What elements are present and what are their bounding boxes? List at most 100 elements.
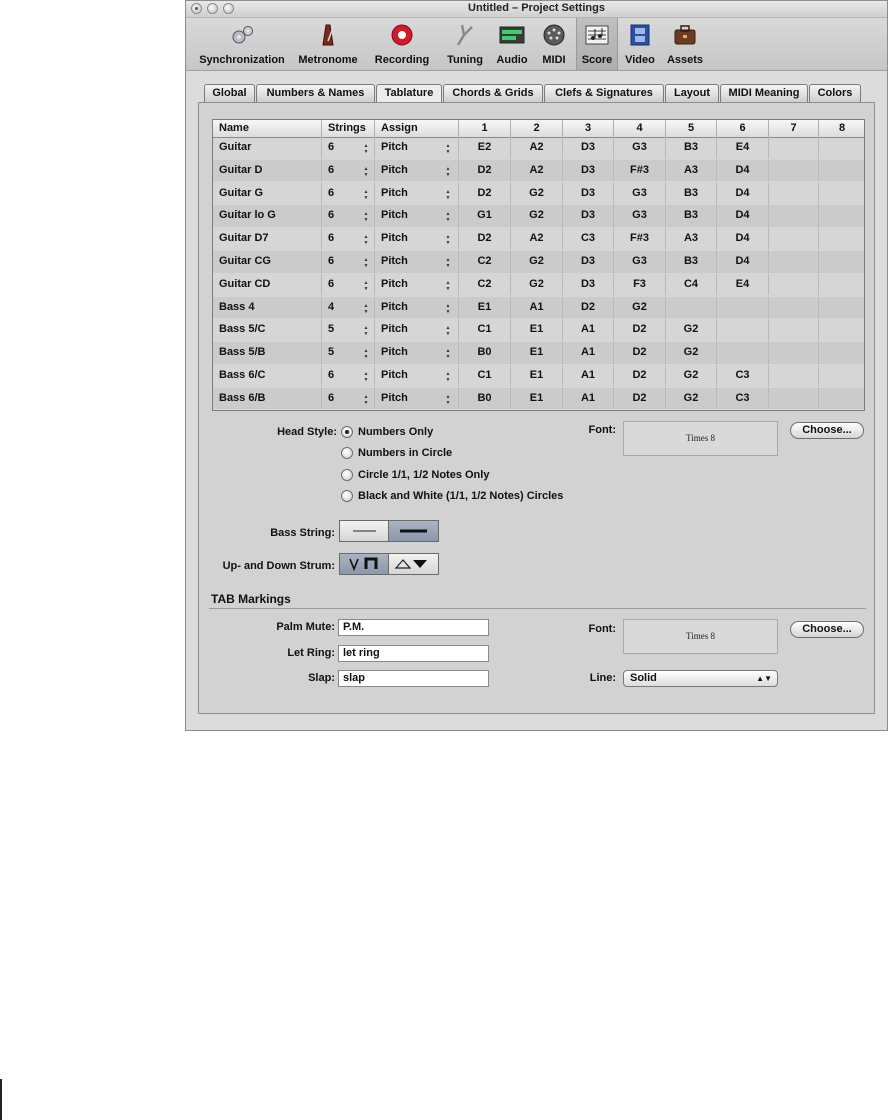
stepper-arrows-icon[interactable]: ▲▼ <box>363 166 369 178</box>
stepper-arrows-icon[interactable]: ▲▼ <box>445 394 451 406</box>
toolbar-audio[interactable]: Audio <box>492 18 532 70</box>
tab-tablature[interactable]: Tablature <box>376 84 442 103</box>
stepper-arrows-icon[interactable]: ▲▼ <box>363 371 369 383</box>
toolbar-metronome[interactable]: Metronome <box>292 18 364 70</box>
stepper-arrows-icon[interactable]: ▲▼ <box>445 211 451 223</box>
string-2-note-cell[interactable]: G2 <box>511 182 563 205</box>
string-3-note-cell[interactable]: A1 <box>563 342 614 364</box>
string-8-note-cell[interactable] <box>819 274 865 296</box>
table-row[interactable]: Guitar lo G 6 ▲▼ Pitch ▲▼ G1 G2 D3 G3 B3 D4 <box>213 205 864 227</box>
strings-count-cell[interactable]: 4 ▲▼ <box>322 296 375 319</box>
bass-string-thick-option[interactable] <box>389 521 438 541</box>
assign-cell[interactable]: Pitch ▲▼ <box>375 228 459 250</box>
column-header-string-5[interactable]: 5 <box>666 120 717 137</box>
strum-bow-marks-option[interactable] <box>340 554 389 574</box>
toolbar-tuning[interactable]: Tuning <box>440 18 490 70</box>
table-row[interactable]: Bass 5/C 5 ▲▼ Pitch ▲▼ C1 E1 A1 D2 G2 <box>213 319 864 341</box>
tuning-name-cell[interactable]: Bass 4 <box>213 296 322 319</box>
string-7-note-cell[interactable] <box>769 228 819 250</box>
tuning-name-cell[interactable]: Guitar G <box>213 182 322 205</box>
tuning-name-cell[interactable]: Guitar D7 <box>213 228 322 250</box>
strings-count-cell[interactable]: 6 ▲▼ <box>322 251 375 273</box>
table-row[interactable]: Guitar 6 ▲▼ Pitch ▲▼ E2 A2 D3 G3 B3 E4 <box>213 137 864 159</box>
choose-font-button[interactable]: Choose... <box>790 422 864 439</box>
string-8-note-cell[interactable] <box>819 228 865 250</box>
column-header-string-3[interactable]: 3 <box>563 120 614 137</box>
string-2-note-cell[interactable]: A2 <box>511 137 563 159</box>
stepper-arrows-icon[interactable]: ▲▼ <box>363 303 369 315</box>
assign-cell[interactable]: Pitch ▲▼ <box>375 296 459 319</box>
radio-numbers-only[interactable] <box>341 426 353 438</box>
stepper-arrows-icon[interactable]: ▲▼ <box>363 234 369 246</box>
string-7-note-cell[interactable] <box>769 387 819 410</box>
tuning-name-cell[interactable]: Bass 5/B <box>213 342 322 364</box>
string-1-note-cell[interactable]: E2 <box>459 137 511 159</box>
string-7-note-cell[interactable] <box>769 365 819 387</box>
string-4-note-cell[interactable]: D2 <box>614 342 666 364</box>
string-2-note-cell[interactable]: G2 <box>511 273 563 296</box>
string-2-note-cell[interactable]: E1 <box>511 319 563 341</box>
assign-cell[interactable]: Pitch ▲▼ <box>375 182 459 205</box>
toolbar-recording[interactable]: Recording <box>366 18 438 70</box>
string-6-note-cell[interactable]: D4 <box>717 182 769 205</box>
tuning-name-cell[interactable]: Guitar CG <box>213 251 322 273</box>
string-2-note-cell[interactable]: A1 <box>511 296 563 319</box>
strum-arrows-option[interactable] <box>389 554 438 574</box>
palm-mute-field[interactable]: P.M. <box>338 619 489 636</box>
string-3-note-cell[interactable]: D3 <box>563 182 614 205</box>
bass-string-thin-option[interactable] <box>340 521 389 541</box>
string-7-note-cell[interactable] <box>769 251 819 273</box>
radio-black-white-circles[interactable] <box>341 490 353 502</box>
assign-cell[interactable]: Pitch ▲▼ <box>375 387 459 410</box>
stepper-arrows-icon[interactable]: ▲▼ <box>445 280 451 292</box>
strings-count-cell[interactable]: 5 ▲▼ <box>322 342 375 364</box>
stepper-arrows-icon[interactable]: ▲▼ <box>445 143 451 155</box>
tab-colors[interactable]: Colors <box>809 84 861 102</box>
title-bar[interactable]: Untitled – Project Settings <box>186 1 887 18</box>
table-row[interactable]: Bass 4 4 ▲▼ Pitch ▲▼ E1 A1 D2 G2 <box>213 296 865 319</box>
string-1-note-cell[interactable]: C2 <box>459 273 511 296</box>
string-8-note-cell[interactable] <box>819 137 865 159</box>
string-8-note-cell[interactable] <box>819 205 865 227</box>
tab-clefs-signatures[interactable]: Clefs & Signatures <box>544 84 664 102</box>
string-7-note-cell[interactable] <box>769 273 819 296</box>
string-2-note-cell[interactable]: E1 <box>511 342 563 364</box>
string-4-note-cell[interactable]: D2 <box>614 387 666 410</box>
stepper-arrows-icon[interactable]: ▲▼ <box>363 280 369 292</box>
string-7-note-cell[interactable] <box>769 319 819 341</box>
string-4-note-cell[interactable]: F#3 <box>614 228 666 250</box>
string-5-note-cell[interactable]: G2 <box>666 342 717 364</box>
tuning-name-cell[interactable]: Bass 6/C <box>213 365 322 387</box>
string-4-note-cell[interactable]: D2 <box>614 365 666 387</box>
string-4-note-cell[interactable]: G3 <box>614 205 666 227</box>
string-1-note-cell[interactable]: B0 <box>459 387 511 410</box>
string-4-note-cell[interactable]: F#3 <box>614 159 666 182</box>
string-8-note-cell[interactable] <box>819 251 865 273</box>
strings-count-cell[interactable]: 6 ▲▼ <box>322 137 375 159</box>
radio-label-numbers-in-circle[interactable]: Numbers in Circle <box>358 447 452 459</box>
string-8-note-cell[interactable] <box>819 297 865 319</box>
table-row[interactable]: Guitar D 6 ▲▼ Pitch ▲▼ D2 A2 D3 F#3 A3 D4 <box>213 159 864 182</box>
table-row[interactable]: Guitar CD 6 ▲▼ Pitch ▲▼ C2 G2 D3 F3 C4 E4 <box>213 273 865 296</box>
toolbar-assets[interactable]: Assets <box>662 18 708 70</box>
table-row[interactable]: Bass 6/B 6 ▲▼ Pitch ▲▼ B0 E1 A1 D2 G2 C3 <box>213 387 864 410</box>
string-2-note-cell[interactable]: G2 <box>511 251 563 273</box>
assign-cell[interactable]: Pitch ▲▼ <box>375 273 459 296</box>
radio-circle-half-notes[interactable] <box>341 469 353 481</box>
stepper-arrows-icon[interactable]: ▲▼ <box>445 371 451 383</box>
column-header-string-1[interactable]: 1 <box>459 120 511 137</box>
stepper-arrows-icon[interactable]: ▲▼ <box>445 325 451 337</box>
tab-global[interactable]: Global <box>204 84 255 102</box>
radio-label-black-white-circles[interactable]: Black and White (1/1, 1/2 Notes) Circles <box>358 490 563 502</box>
let-ring-field[interactable]: let ring <box>338 645 489 662</box>
column-header-string-4[interactable]: 4 <box>614 120 666 137</box>
stepper-arrows-icon[interactable]: ▲▼ <box>363 394 369 406</box>
strings-count-cell[interactable]: 6 ▲▼ <box>322 159 375 182</box>
string-3-note-cell[interactable]: D3 <box>563 159 614 182</box>
string-6-note-cell[interactable]: E4 <box>717 273 769 296</box>
string-4-note-cell[interactable]: G2 <box>614 296 666 319</box>
string-5-note-cell[interactable]: A3 <box>666 228 717 250</box>
strings-count-cell[interactable]: 5 ▲▼ <box>322 319 375 341</box>
tab-midi-meaning[interactable]: MIDI Meaning <box>720 84 808 102</box>
toolbar-midi[interactable]: MIDI <box>534 18 574 70</box>
